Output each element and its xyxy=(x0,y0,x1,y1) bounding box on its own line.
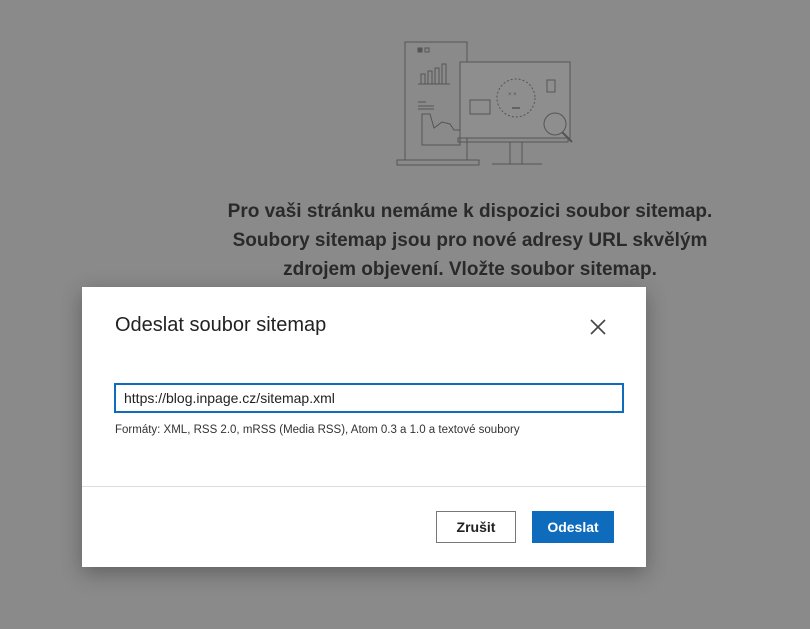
close-icon[interactable] xyxy=(587,316,609,338)
submit-sitemap-dialog: Odeslat soubor sitemap Formáty: XML, RSS… xyxy=(82,287,646,567)
dialog-title: Odeslat soubor sitemap xyxy=(115,314,327,336)
message-line: Soubory sitemap jsou pro nové adresy URL… xyxy=(232,230,708,251)
formats-hint: Formáty: XML, RSS 2.0, mRSS (Media RSS),… xyxy=(115,424,520,436)
divider xyxy=(82,486,646,487)
message-line: Pro vaši stránku nemáme k dispozici soub… xyxy=(227,201,713,222)
cancel-button[interactable]: Zrušit xyxy=(436,511,516,543)
no-sitemap-message: Pro vaši stránku nemáme k dispozici soub… xyxy=(220,197,720,284)
svg-text:× ×: × × xyxy=(508,92,517,98)
no-sitemap-illustration: × × xyxy=(396,41,573,166)
submit-button[interactable]: Odeslat xyxy=(532,511,614,543)
message-line: zdrojem objevení. Vložte soubor sitemap. xyxy=(283,259,657,280)
sitemap-url-input[interactable] xyxy=(114,383,624,413)
